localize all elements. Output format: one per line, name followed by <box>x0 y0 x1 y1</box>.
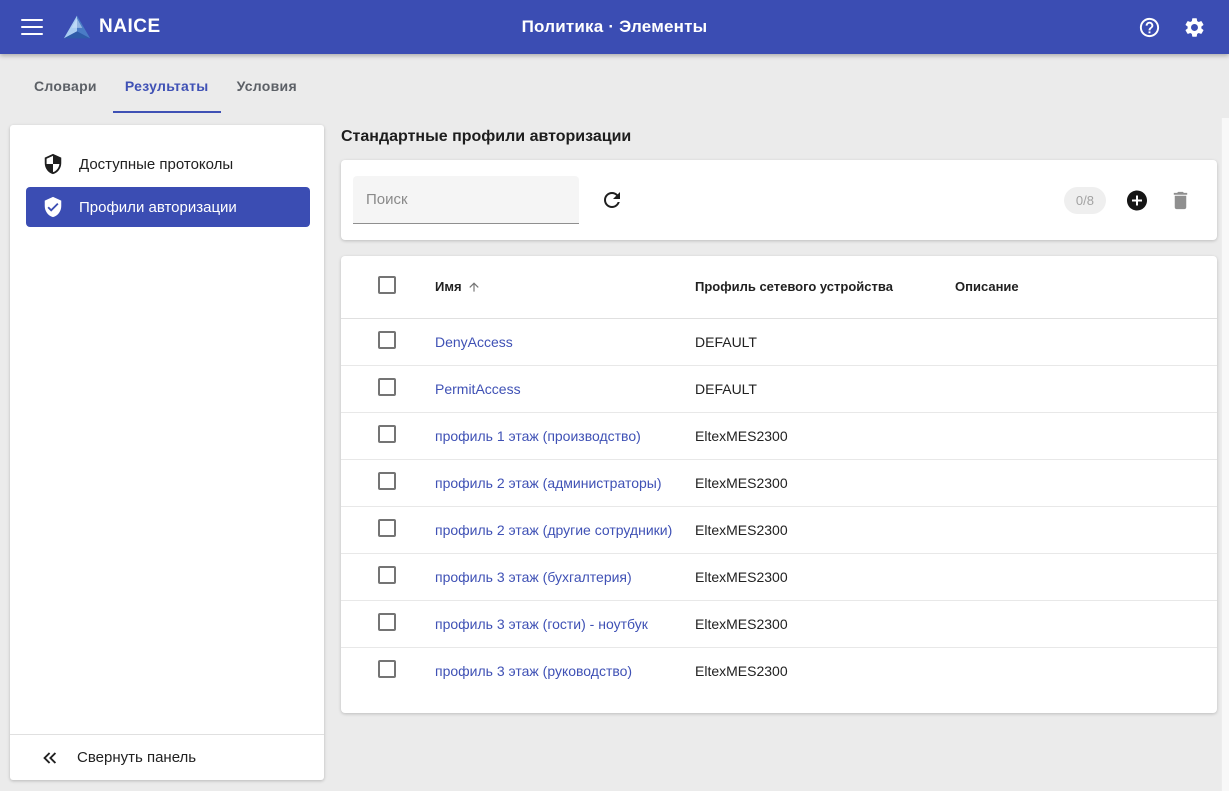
row-checkbox[interactable] <box>378 378 396 396</box>
gear-icon <box>1183 16 1206 39</box>
sidebar: Доступные протоколы Профили авторизации … <box>10 125 324 780</box>
sort-ascending-icon <box>467 280 481 294</box>
section-title: Стандартные профили авторизации <box>341 128 631 146</box>
naice-logo-icon <box>63 14 91 40</box>
row-device-profile: EltexMES2300 <box>695 506 955 553</box>
app-bar: NAICE Политика · Элементы <box>0 0 1229 54</box>
add-circle-icon <box>1125 187 1149 214</box>
help-button[interactable] <box>1137 15 1161 39</box>
row-checkbox[interactable] <box>378 613 396 631</box>
tab-dictionaries[interactable]: Словари <box>20 54 111 118</box>
row-device-profile: EltexMES2300 <box>695 647 955 694</box>
table-row[interactable]: профиль 2 этаж (администраторы) EltexMES… <box>341 459 1217 506</box>
vertical-scrollbar[interactable] <box>1221 118 1229 791</box>
row-device-profile: DEFAULT <box>695 365 955 412</box>
row-description <box>955 647 1217 694</box>
help-icon <box>1138 16 1161 39</box>
app-name: NAICE <box>99 16 161 38</box>
collapse-panel-label: Свернуть панель <box>77 749 196 766</box>
trash-icon <box>1169 189 1192 212</box>
column-header-description[interactable]: Описание <box>955 256 1217 318</box>
add-button[interactable] <box>1125 188 1149 212</box>
row-checkbox[interactable] <box>378 660 396 678</box>
profiles-table: Имя Профиль сетевого устройства Описание… <box>341 256 1217 694</box>
row-name-link[interactable]: профиль 3 этаж (гости) - ноутбук <box>435 616 648 632</box>
collapse-panel-button[interactable]: Свернуть панель <box>10 734 324 780</box>
tab-conditions[interactable]: Условия <box>223 54 311 118</box>
tab-bar: Словари Результаты Условия <box>0 54 1229 118</box>
row-name-link[interactable]: DenyAccess <box>435 334 513 350</box>
row-description <box>955 459 1217 506</box>
table-row[interactable]: профиль 2 этаж (другие сотрудники) Eltex… <box>341 506 1217 553</box>
table-row[interactable]: профиль 3 этаж (бухгалтерия) EltexMES230… <box>341 553 1217 600</box>
row-name-link[interactable]: PermitAccess <box>435 381 521 397</box>
row-checkbox[interactable] <box>378 425 396 443</box>
row-name-link[interactable]: профиль 2 этаж (администраторы) <box>435 475 662 491</box>
column-header-device-profile[interactable]: Профиль сетевого устройства <box>695 256 955 318</box>
table-header-row: Имя Профиль сетевого устройства Описание <box>341 256 1217 318</box>
refresh-icon <box>600 188 624 212</box>
toolbar: 0/8 <box>341 160 1217 240</box>
brand: NAICE <box>63 14 161 40</box>
table-row[interactable]: профиль 1 этаж (производство) EltexMES23… <box>341 412 1217 459</box>
row-checkbox[interactable] <box>378 331 396 349</box>
row-description <box>955 600 1217 647</box>
sidebar-item-allowed-protocols[interactable]: Доступные протоколы <box>26 144 310 184</box>
row-name-link[interactable]: профиль 2 этаж (другие сотрудники) <box>435 522 672 538</box>
security-shield-icon <box>42 153 64 175</box>
row-name-link[interactable]: профиль 3 этаж (бухгалтерия) <box>435 569 632 585</box>
row-device-profile: DEFAULT <box>695 318 955 365</box>
row-name-link[interactable]: профиль 1 этаж (производство) <box>435 428 641 444</box>
row-description <box>955 318 1217 365</box>
row-name-link[interactable]: профиль 3 этаж (руководство) <box>435 663 632 679</box>
double-chevron-left-icon <box>40 748 60 768</box>
row-checkbox[interactable] <box>378 519 396 537</box>
row-checkbox[interactable] <box>378 472 396 490</box>
row-description <box>955 553 1217 600</box>
row-description <box>955 506 1217 553</box>
table-row[interactable]: профиль 3 этаж (гости) - ноутбук EltexME… <box>341 600 1217 647</box>
column-header-name-label: Имя <box>435 279 462 294</box>
row-device-profile: EltexMES2300 <box>695 459 955 506</box>
select-all-checkbox[interactable] <box>378 276 396 294</box>
page-title: Политика · Элементы <box>0 17 1229 37</box>
sidebar-item-label: Доступные протоколы <box>79 156 233 173</box>
search-input[interactable] <box>353 176 579 224</box>
delete-button[interactable] <box>1168 188 1192 212</box>
selection-count-badge: 0/8 <box>1064 187 1106 214</box>
row-device-profile: EltexMES2300 <box>695 553 955 600</box>
verified-shield-icon <box>42 196 64 218</box>
row-description <box>955 412 1217 459</box>
table-row[interactable]: профиль 3 этаж (руководство) EltexMES230… <box>341 647 1217 694</box>
tab-results[interactable]: Результаты <box>111 54 223 118</box>
column-header-name[interactable]: Имя <box>435 256 695 318</box>
table-body: DenyAccess DEFAULT PermitAccess DEFAULT … <box>341 318 1217 694</box>
sidebar-item-label: Профили авторизации <box>79 199 237 216</box>
row-description <box>955 365 1217 412</box>
row-device-profile: EltexMES2300 <box>695 600 955 647</box>
sidebar-item-authorization-profiles[interactable]: Профили авторизации <box>26 187 310 227</box>
settings-button[interactable] <box>1182 15 1206 39</box>
refresh-button[interactable] <box>600 188 624 212</box>
profiles-table-card: Имя Профиль сетевого устройства Описание… <box>341 256 1217 713</box>
table-row[interactable]: DenyAccess DEFAULT <box>341 318 1217 365</box>
row-checkbox[interactable] <box>378 566 396 584</box>
table-row[interactable]: PermitAccess DEFAULT <box>341 365 1217 412</box>
menu-icon[interactable] <box>21 19 43 35</box>
row-device-profile: EltexMES2300 <box>695 412 955 459</box>
